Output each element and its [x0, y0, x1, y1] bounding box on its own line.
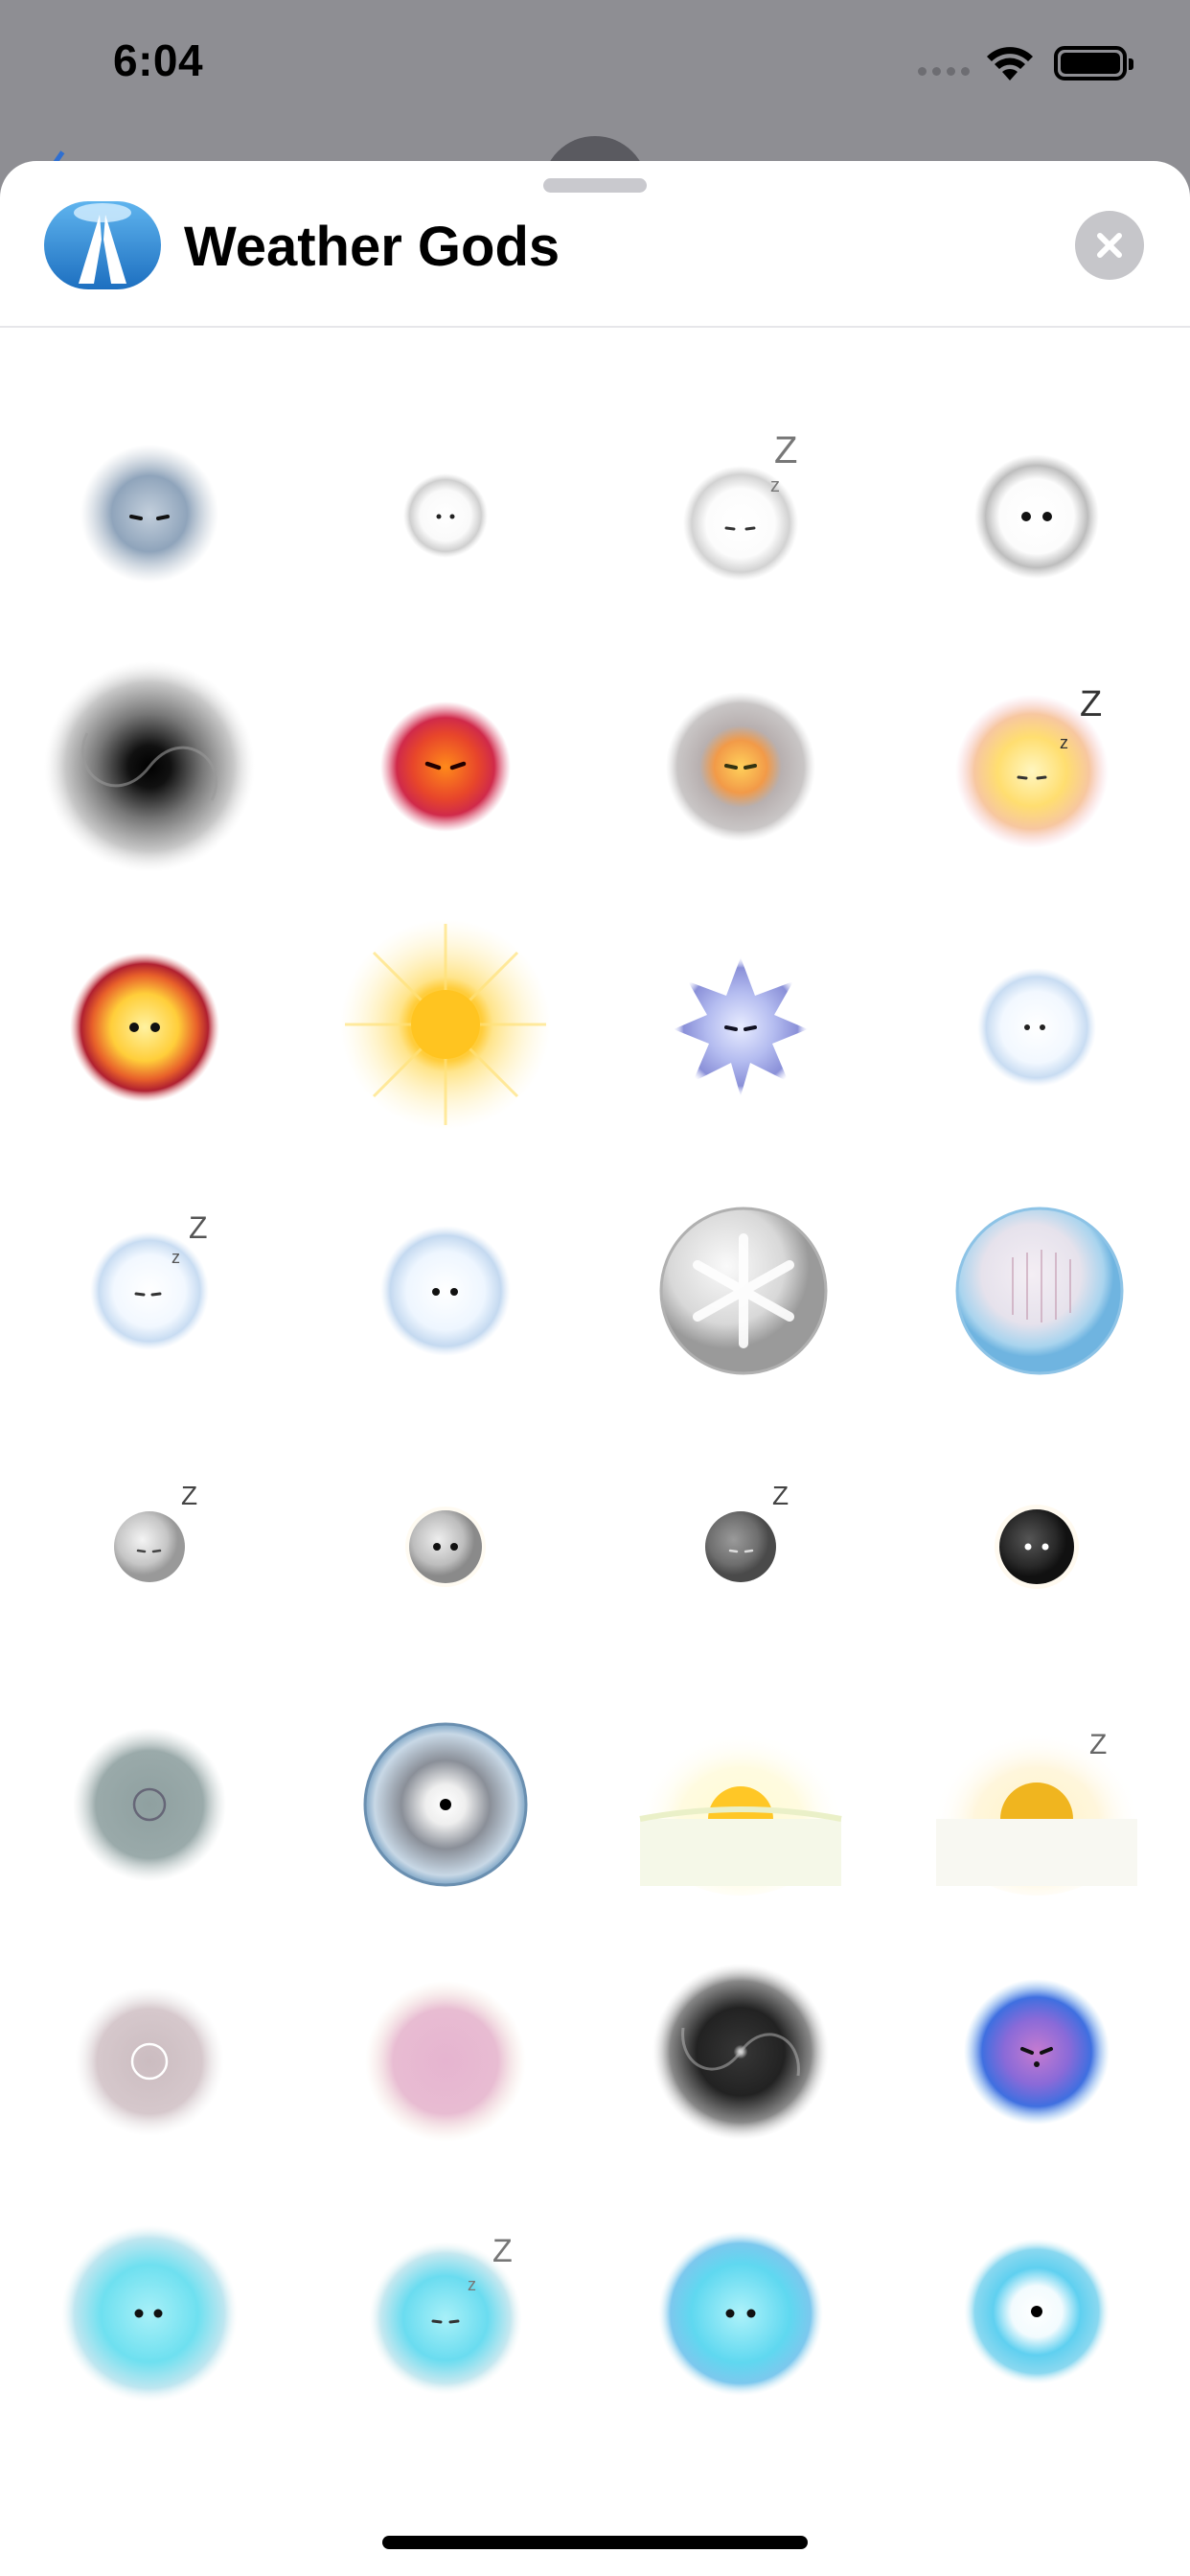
sticker-cyan-bubble-cloud[interactable] — [630, 2198, 851, 2419]
close-icon — [1097, 233, 1122, 258]
sticker-gray-moon-sleeping[interactable]: Z — [630, 1428, 851, 1648]
sticker-yellow-sun-sleeping[interactable]: Z z — [927, 656, 1147, 877]
sticker-frosty-glass-globe[interactable] — [927, 1171, 1147, 1392]
sticker-fluffy-snow-cloud[interactable] — [927, 914, 1147, 1135]
sticker-sheet: Weather Gods Z z Z z Z z Z Z Z Z z — [0, 161, 1190, 2576]
sticker-cyan-splash-sleeping[interactable]: Z z — [335, 2198, 556, 2419]
sticker-glass-eye-orb[interactable] — [335, 1685, 556, 1905]
sticker-white-cloud[interactable] — [927, 403, 1147, 624]
sticker-full-moon-sleeping[interactable]: Z — [39, 1428, 260, 1648]
svg-text:z: z — [172, 1248, 180, 1267]
svg-text:z: z — [770, 475, 780, 496]
sticker-sunrise-sleeping[interactable]: Z — [927, 1685, 1147, 1905]
status-bar: 6:04 — [0, 0, 1190, 134]
close-button[interactable] — [1075, 211, 1144, 280]
sticker-full-moon[interactable] — [335, 1428, 556, 1648]
sticker-fiery-sun[interactable] — [39, 914, 260, 1135]
sticker-dark-moon[interactable] — [927, 1428, 1147, 1648]
sleep-z: Z — [189, 1210, 208, 1245]
sticker-snow-cloud[interactable] — [335, 1171, 556, 1392]
sleep-z: Z — [181, 1481, 197, 1510]
status-time: 6:04 — [113, 35, 204, 85]
sticker-gray-cloud-frowning[interactable] — [39, 403, 260, 624]
battery-icon — [1054, 46, 1133, 80]
sheet-header: Weather Gods — [0, 161, 1190, 328]
sleep-z: Z — [774, 429, 797, 472]
sticker-dark-hurricane[interactable] — [630, 1942, 851, 2162]
sticker-pink-mist[interactable] — [335, 1942, 556, 2162]
sticker-purple-snowflake[interactable] — [630, 914, 851, 1135]
sticker-snowflake-globe[interactable] — [630, 1171, 851, 1392]
cellular-icon — [918, 67, 970, 76]
sleep-z: Z — [492, 2233, 513, 2269]
sleep-z: Z — [772, 1481, 789, 1510]
sticker-gray-mist-ring[interactable] — [39, 1685, 260, 1905]
svg-text:z: z — [1060, 733, 1068, 752]
app-title: Weather Gods — [184, 216, 561, 278]
sticker-faint-gray-mist[interactable] — [39, 1942, 260, 2162]
sleep-z: Z — [1080, 684, 1102, 724]
weather-gods-app-icon[interactable] — [44, 201, 161, 289]
sticker-purple-storm-cloud[interactable] — [927, 1942, 1147, 2162]
home-indicator[interactable] — [382, 2536, 808, 2549]
svg-text:z: z — [468, 2275, 476, 2294]
sticker-smoky-orange-sun[interactable] — [630, 656, 851, 877]
sticker-cyan-eye-swirl[interactable] — [927, 2198, 1147, 2419]
sticker-small-white-cloud[interactable] — [335, 403, 556, 624]
sticker-red-fireball-angry[interactable] — [335, 656, 556, 877]
sticker-radiant-sun[interactable] — [335, 914, 556, 1135]
sticker-cyan-splash[interactable] — [39, 2198, 260, 2419]
sticker-snow-cloud-sleeping[interactable]: Z z — [39, 1171, 260, 1392]
sleep-z: Z — [1089, 1729, 1107, 1760]
wifi-icon — [987, 47, 1033, 80]
sticker-white-cloud-sleeping[interactable]: Z z — [630, 403, 851, 624]
sticker-dark-vortex[interactable] — [39, 656, 260, 877]
sticker-sunrise[interactable] — [630, 1685, 851, 1905]
